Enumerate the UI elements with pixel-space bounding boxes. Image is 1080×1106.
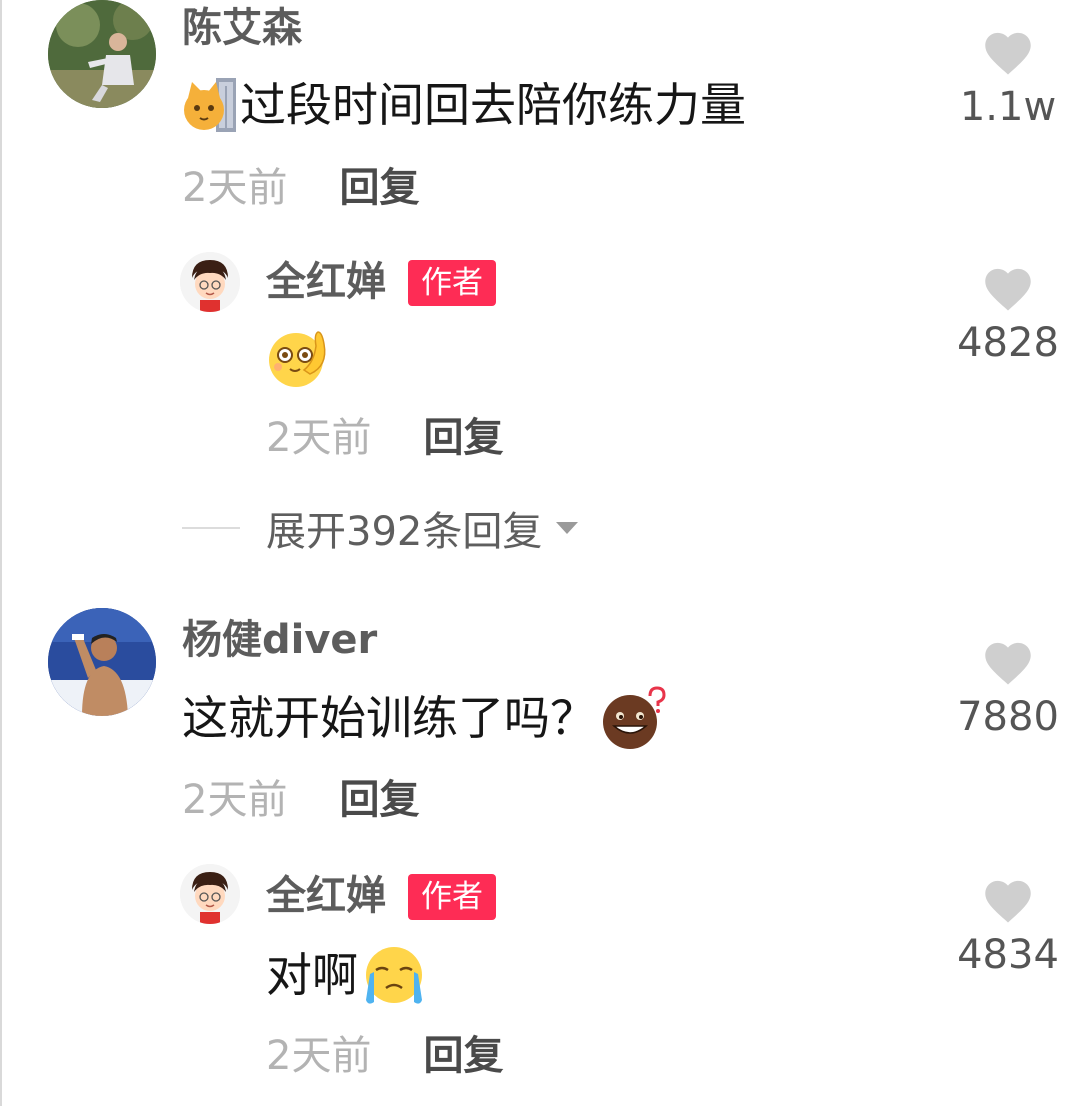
heart-icon [985, 880, 1031, 923]
reply-button[interactable]: 回复 [423, 415, 503, 461]
expand-replies-button[interactable]: 展开392条回复 [182, 504, 580, 555]
reply-username[interactable]: 全红婵 [266, 262, 386, 302]
like-button[interactable]: 1.1w [948, 26, 1068, 130]
like-button[interactable]: 4834 [948, 874, 1068, 978]
reply-button[interactable]: 回复 [339, 165, 419, 211]
comment-time: 2天前 [182, 165, 288, 211]
comment-time: 2天前 [182, 777, 288, 823]
caret-down-icon [556, 522, 579, 534]
like-button[interactable]: 7880 [948, 636, 1068, 740]
avatar-photo [48, 0, 156, 108]
comment-text-body: 过段时间回去陪你练力量 [240, 78, 746, 132]
crying-face-emoji [366, 947, 422, 1004]
like-count: 1.1w [959, 84, 1057, 130]
commenter-avatar[interactable] [48, 608, 156, 716]
heart-icon [985, 268, 1031, 311]
reply-text: 对啊 [266, 944, 426, 1006]
like-count: 4828 [957, 320, 1059, 366]
reply-username[interactable]: 全红婵 [266, 876, 386, 916]
like-count: 7880 [957, 694, 1059, 740]
author-badge: 作者 [408, 260, 496, 306]
reply-avatar[interactable] [180, 252, 240, 312]
commenter-name[interactable]: 杨健diver [182, 620, 377, 660]
reply-meta: 2天前 回复 [266, 1032, 503, 1080]
reply-button[interactable]: 回复 [423, 1033, 503, 1079]
avatar-cartoon [180, 252, 240, 312]
reply-time: 2天前 [266, 1033, 372, 1079]
like-button[interactable]: 4828 [948, 262, 1068, 366]
commenter-avatar[interactable] [48, 0, 156, 108]
comment-text-body: 这就开始训练了吗？ [182, 691, 596, 745]
reply-text-body: 对啊 [266, 948, 358, 1002]
like-count: 4834 [957, 932, 1059, 978]
reply-avatar[interactable] [180, 864, 240, 924]
commenter-name[interactable]: 陈艾森 [182, 8, 302, 48]
avatar-photo [48, 608, 156, 716]
comment-meta: 2天前 回复 [182, 164, 419, 212]
comment-meta: 2天前 回复 [182, 776, 419, 824]
comment-text: 这就开始训练了吗？ [182, 686, 666, 750]
author-badge: 作者 [408, 874, 496, 920]
reply-time: 2天前 [266, 415, 372, 461]
left-border [0, 0, 2, 1106]
comment-text: 过段时间回去陪你练力量 [182, 76, 746, 134]
reply-button[interactable]: 回复 [339, 777, 419, 823]
avatar-cartoon [180, 864, 240, 924]
reply-text [266, 326, 332, 390]
heart-icon [985, 32, 1031, 75]
reply-meta: 2天前 回复 [266, 414, 503, 462]
cat-peek-emoji [184, 78, 236, 132]
question-face-emoji [603, 686, 666, 749]
heart-icon [985, 642, 1031, 685]
expand-divider [182, 527, 240, 529]
thinking-face-emoji [269, 331, 326, 387]
expand-replies-label: 展开392条回复 [266, 509, 543, 555]
